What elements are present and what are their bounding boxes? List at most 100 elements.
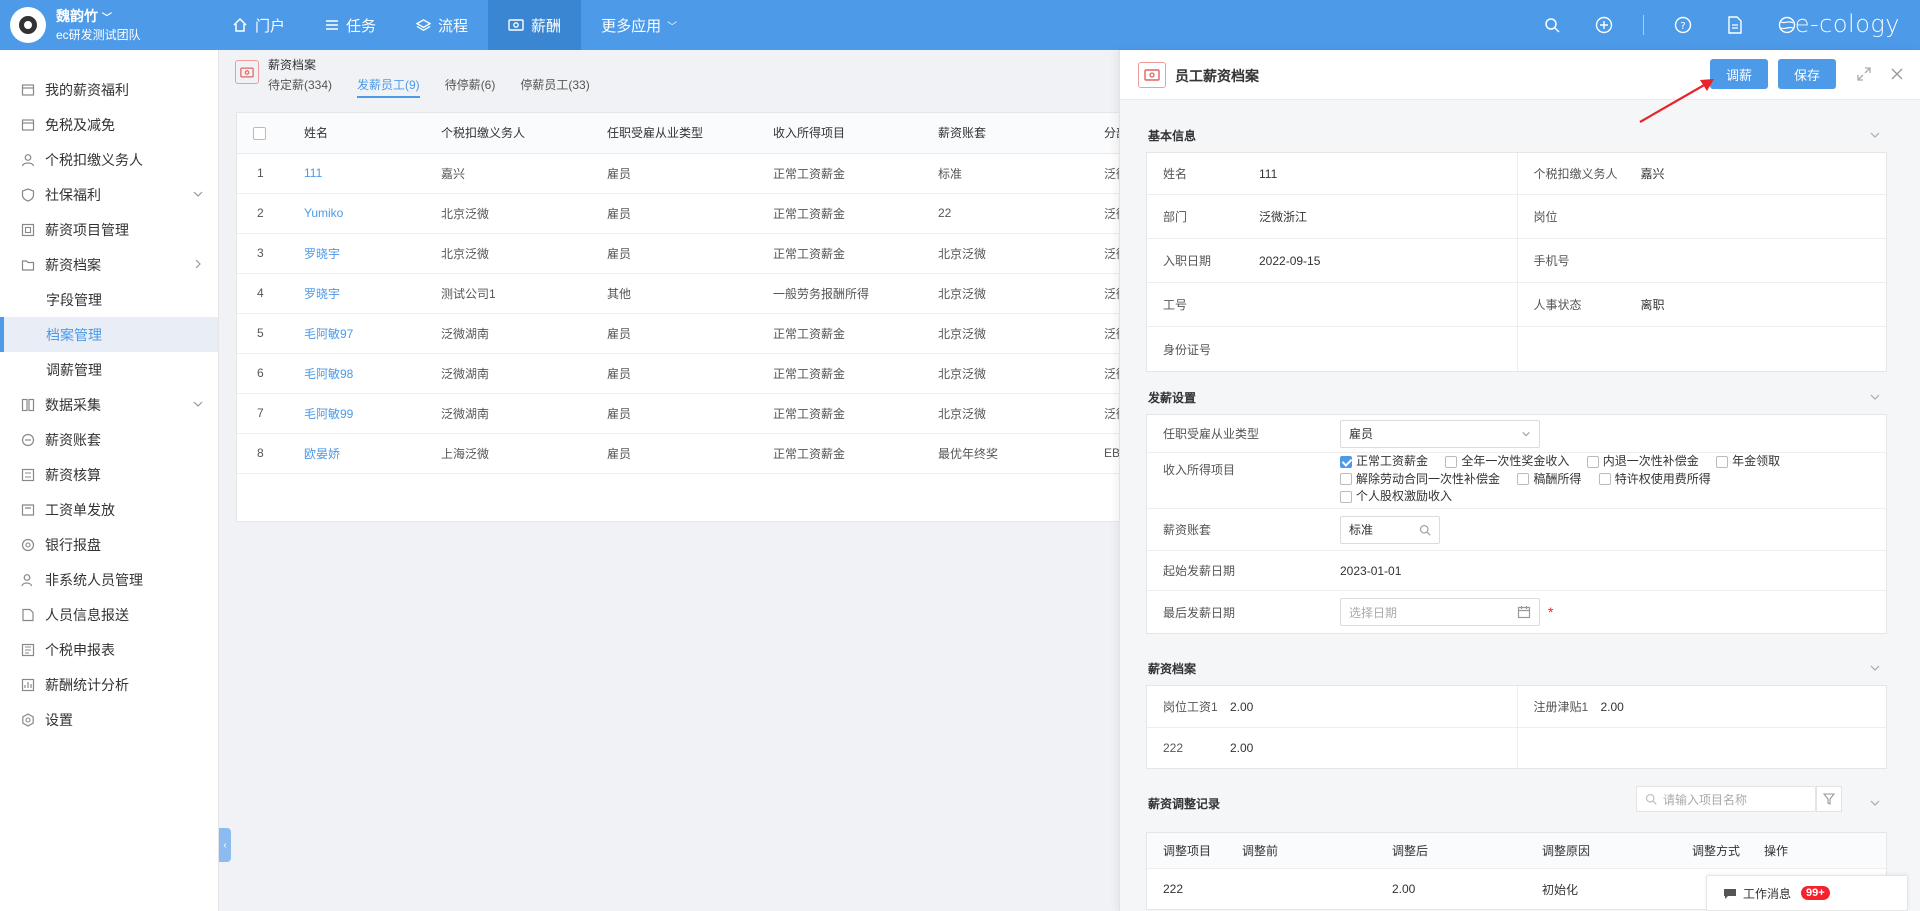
column-header[interactable]: 收入所得项目: [773, 113, 938, 154]
column-header[interactable]: 姓名: [304, 113, 441, 154]
sidebar-item-salary-calculation[interactable]: 薪资核算: [0, 457, 218, 492]
field-label: 最后发薪日期: [1163, 605, 1236, 620]
column-header[interactable]: 个税扣缴义务人: [441, 113, 607, 154]
sidebar-item-salary-ledger[interactable]: 薪资账套: [0, 422, 218, 457]
employee-name-link[interactable]: 欧晏娇: [304, 433, 441, 474]
sidebar-item-archive-management[interactable]: 档案管理: [0, 317, 218, 352]
sidebar-item-field-management[interactable]: 字段管理: [0, 282, 218, 317]
document-icon[interactable]: [1722, 12, 1748, 38]
employee-name-link[interactable]: 罗晓宇: [304, 233, 441, 274]
table-row[interactable]: 5毛阿敏97泛微湖南雇员正常工资薪金北京泛微泛微: [237, 313, 1120, 354]
sidebar-collapse-button[interactable]: ‹: [219, 828, 231, 862]
select-all-checkbox[interactable]: [253, 126, 266, 140]
sidebar-item-withholder[interactable]: 个税扣缴义务人: [0, 142, 218, 177]
sidebar-item-data-collection[interactable]: 数据采集: [0, 387, 218, 422]
checkbox[interactable]: [1716, 455, 1729, 468]
checkbox[interactable]: [1340, 490, 1352, 503]
sidebar-item-adjustment-management[interactable]: 调薪管理: [0, 352, 218, 387]
nav-more-apps[interactable]: 更多应用 ﹀: [581, 0, 697, 50]
table-row[interactable]: 1111嘉兴雇员正常工资薪金标准泛微: [237, 153, 1120, 194]
cell: 22: [938, 193, 1104, 234]
income-option[interactable]: 年金领取: [1716, 454, 1780, 469]
tab-pending-salary[interactable]: 待定薪(334): [268, 76, 332, 98]
sidebar-item-bank-offer[interactable]: 银行报盘: [0, 527, 218, 562]
sidebar-item-tax-exempt[interactable]: 免税及减免: [0, 107, 218, 142]
table-row[interactable]: 2Yumiko北京泛微雇员正常工资薪金22泛微: [237, 193, 1120, 234]
sidebar-item-salary-statistics[interactable]: 薪酬统计分析: [0, 667, 218, 702]
table-row[interactable]: 8 欧晏娇 上海泛微 雇员 正常工资薪金 最优年终奖 EB: [237, 433, 1120, 474]
income-option[interactable]: 全年一次性奖金收入: [1445, 454, 1569, 469]
shield-icon: [21, 187, 35, 202]
salary-ledger-picker[interactable]: 标准: [1340, 515, 1440, 544]
income-option[interactable]: 特许权使用费所得: [1598, 472, 1711, 487]
work-message-button[interactable]: 工作消息 99+: [1706, 875, 1908, 911]
table-row[interactable]: 7毛阿敏99泛微湖南雇员正常工资薪金北京泛微泛微: [237, 393, 1120, 434]
save-button[interactable]: 保存: [1778, 59, 1836, 89]
column-header[interactable]: 薪资账套: [938, 113, 1104, 154]
user-name: 魏韵竹: [56, 7, 98, 24]
sidebar-item-salary-project[interactable]: 薪资项目管理: [0, 212, 218, 247]
search-icon[interactable]: [1419, 524, 1431, 536]
employee-name-link[interactable]: 罗晓宇: [304, 273, 441, 314]
nav-workflow[interactable]: 流程: [396, 0, 488, 50]
sidebar-item-social-security[interactable]: 社保福利: [0, 177, 218, 212]
sidebar-item-tax-declaration[interactable]: 个税申报表: [0, 632, 218, 667]
close-icon[interactable]: [1889, 66, 1905, 82]
checkbox[interactable]: [1598, 473, 1611, 486]
employment-type-select[interactable]: 雇员: [1340, 419, 1540, 448]
column-header[interactable]: 任职受雇从业类型: [607, 113, 773, 154]
tab-pending-stop[interactable]: 待停薪(6): [445, 76, 496, 98]
checkbox-checked[interactable]: [1340, 455, 1352, 468]
chevron-down-icon[interactable]: [1869, 797, 1881, 809]
sidebar-item-salary-archive[interactable]: 薪资档案: [0, 247, 218, 282]
nav-salary[interactable]: 薪酬: [488, 0, 582, 50]
employee-name-link[interactable]: Yumiko: [304, 193, 441, 234]
sidebar-item-settings[interactable]: 设置: [0, 702, 218, 737]
field-label: 岗位: [1533, 210, 1558, 224]
income-option[interactable]: 稿酬所得: [1517, 472, 1581, 487]
employee-name-link[interactable]: 111: [304, 153, 441, 194]
calendar-icon[interactable]: [1517, 605, 1531, 619]
employee-name-link[interactable]: 毛阿敏98: [304, 353, 441, 394]
checkbox[interactable]: [1517, 473, 1530, 486]
income-option[interactable]: 内退一次性补偿金: [1586, 454, 1699, 469]
nav-task[interactable]: 任务: [305, 0, 396, 50]
employee-name-link[interactable]: 毛阿敏99: [304, 393, 441, 434]
sidebar-item-my-salary[interactable]: 我的薪资福利: [0, 72, 218, 107]
income-option[interactable]: 个人股权激励收入: [1340, 489, 1452, 504]
checkbox[interactable]: [1586, 455, 1599, 468]
checkbox[interactable]: [1340, 473, 1352, 486]
tab-paid-employees[interactable]: 发薪员工(9): [357, 76, 420, 98]
cell: 正常工资薪金: [773, 153, 938, 194]
avatar[interactable]: [10, 7, 46, 43]
last-pay-date-input[interactable]: 选择日期: [1340, 598, 1540, 626]
project-search-input[interactable]: 请输入项目名称: [1636, 786, 1816, 812]
table-row[interactable]: 6毛阿敏98泛微湖南雇员正常工资薪金北京泛微泛微: [237, 353, 1120, 394]
sidebar-item-non-system-staff[interactable]: 非系统人员管理: [0, 562, 218, 597]
income-option[interactable]: 解除劳动合同一次性补偿金: [1340, 472, 1500, 487]
sidebar-item-payslip[interactable]: 工资单发放: [0, 492, 218, 527]
income-option[interactable]: 正常工资薪金: [1340, 454, 1428, 469]
table-row[interactable]: 4罗晓宇测试公司1其他一般劳务报酬所得北京泛微泛微: [237, 273, 1120, 314]
chevron-down-icon[interactable]: [1869, 391, 1881, 403]
help-icon[interactable]: ?: [1670, 12, 1696, 38]
search-icon[interactable]: [1539, 12, 1565, 38]
checkbox[interactable]: [1445, 455, 1458, 468]
expand-icon[interactable]: [1856, 66, 1872, 82]
sidebar-item-staff-report[interactable]: 人员信息报送: [0, 597, 218, 632]
chevron-down-icon[interactable]: [1869, 129, 1881, 141]
employee-name-link[interactable]: 毛阿敏97: [304, 313, 441, 354]
nav-portal[interactable]: 门户: [212, 0, 305, 50]
adjust-salary-button[interactable]: 调薪: [1710, 59, 1768, 89]
table-row[interactable]: 3罗晓宇北京泛微雇员正常工资薪金北京泛微泛微: [237, 233, 1120, 274]
option-label: 个人股权激励收入: [1356, 489, 1453, 504]
add-circle-icon[interactable]: [1591, 12, 1617, 38]
user-block[interactable]: 魏韵竹 ﹀ ec研发测试团队: [10, 7, 141, 43]
cell: 2.00: [1392, 882, 1416, 896]
filter-button[interactable]: [1816, 786, 1842, 812]
chevron-down-icon[interactable]: [1869, 662, 1881, 674]
cell: 正常工资薪金: [773, 353, 938, 394]
chevron-down-icon: [193, 401, 203, 407]
tab-stopped-employees[interactable]: 停薪员工(33): [520, 76, 589, 98]
chevron-down-icon: ﹀: [667, 21, 678, 33]
